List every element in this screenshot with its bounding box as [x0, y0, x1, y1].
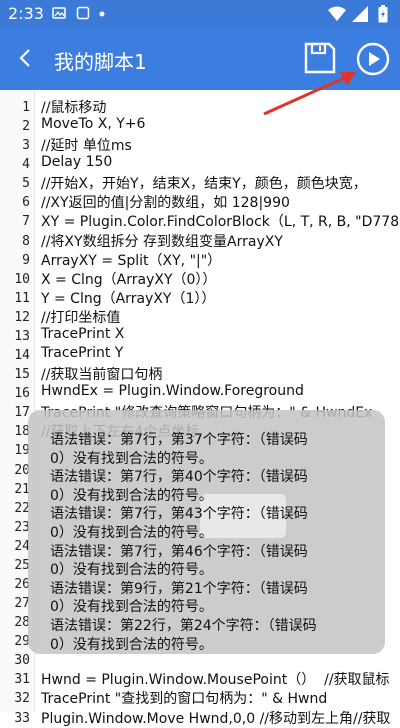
line-number: 9 [22, 252, 30, 268]
code-line[interactable]: //将XY数组拆分 存到数组变量ArrayXY [41, 231, 283, 251]
wifi-icon [328, 6, 346, 21]
code-line[interactable]: //打印坐标值 [41, 307, 120, 327]
code-line[interactable]: Y = Clng（ArrayXY（1）） [41, 288, 215, 308]
app-bar: 我的脚本1 [0, 28, 400, 90]
battery-icon [378, 5, 388, 23]
error-message-line: 语法错误：第7行，第37个字符：（错误码 [50, 432, 308, 448]
code-line[interactable]: HwndEx = Plugin.Window.Foreground [41, 383, 304, 399]
code-line[interactable]: XY = Plugin.Color.FindColorBlock（L, T, R… [41, 211, 400, 231]
code-line[interactable]: Hwnd = Plugin.Window.MousePoint（） //获取鼠标 [41, 669, 390, 689]
code-line[interactable]: Plugin.Window.Move Hwnd,0,0 //移动到左上角//获取 [41, 708, 390, 728]
line-number: 27 [14, 596, 30, 612]
line-number: 20 [14, 462, 30, 478]
play-circle-icon[interactable] [356, 42, 390, 76]
error-message-line: 0）没有找到合法的符号。 [50, 636, 213, 653]
error-message-line: 0）没有找到合法的符号。 [50, 562, 213, 579]
code-line[interactable]: //延时 单位ms [41, 135, 132, 155]
error-message-line: 0）没有找到合法的符号。 [50, 599, 213, 616]
line-number: 3 [22, 138, 30, 154]
save-disk-icon[interactable] [302, 40, 338, 76]
code-line[interactable]: //获取当前窗口句柄 [41, 364, 162, 384]
back-arrow-icon[interactable] [14, 46, 38, 70]
error-message-line: 0）没有找到合法的符号。 [50, 487, 213, 504]
line-number: 31 [14, 672, 30, 688]
code-line[interactable]: MoveTo X, Y+6 [41, 116, 145, 132]
photo-icon [52, 7, 66, 19]
error-message-line: 0）没有找到合法的符号。 [50, 450, 213, 467]
line-number: 29 [14, 634, 30, 650]
line-number: 2 [22, 119, 30, 135]
line-number: 4 [22, 157, 30, 173]
code-line[interactable]: TracePrint "查找到的窗口句柄为：" & Hwnd [41, 688, 327, 708]
line-number: 10 [14, 271, 30, 287]
square-icon [76, 6, 90, 20]
code-line[interactable]: //鼠标移动 [41, 97, 106, 117]
code-line[interactable]: ArrayXY = Split（XY, "|"） [41, 250, 221, 270]
status-time: 2:33 [8, 4, 44, 23]
code-line[interactable]: //开始X，开始Y，结束X，结束Y，颜色，颜色块宽， [41, 173, 367, 193]
line-number: 6 [22, 195, 30, 211]
line-number: 16 [14, 386, 30, 402]
line-number: 5 [22, 176, 30, 192]
line-number: 13 [14, 328, 30, 344]
line-number: 19 [14, 443, 30, 459]
line-number: 11 [14, 290, 30, 306]
line-number: 25 [14, 557, 30, 573]
line-number: 30 [14, 653, 30, 669]
error-message-line: 语法错误：第9行，第21个字符：（错误码 [50, 580, 308, 597]
line-number: 28 [14, 615, 30, 631]
status-bar: 2:33 [0, 0, 400, 28]
line-number: 14 [14, 348, 30, 364]
error-message-line: 语法错误：第7行，第43个字符：（错误码 [50, 506, 308, 523]
line-number: 24 [14, 538, 30, 554]
line-number: 17 [14, 405, 30, 421]
error-message-line: 0）没有找到合法的符号。 [50, 525, 213, 541]
line-number: 1 [22, 100, 30, 115]
line-number: 8 [22, 233, 30, 249]
line-number: 21 [14, 481, 30, 497]
line-number: 22 [14, 500, 30, 516]
line-number: 26 [14, 577, 30, 592]
code-line[interactable]: X = Clng（ArrayXY（0）） [41, 269, 216, 289]
line-number: 7 [22, 214, 30, 230]
signal-icon [352, 6, 368, 22]
error-message-line: 语法错误：第7行，第46个字符：（错误码 [50, 543, 308, 560]
code-line[interactable]: //XY返回的值|分割的数组，如 128|990 [41, 192, 290, 212]
line-number: 33 [14, 710, 30, 726]
line-number: 12 [14, 309, 30, 325]
line-number: 18 [14, 424, 30, 440]
notification-dot-icon [99, 11, 105, 17]
code-line[interactable]: TracePrint Y [41, 345, 123, 361]
line-number: 15 [14, 367, 30, 383]
error-message-line: 语法错误：第22行，第24个字符：（错误码 [50, 618, 317, 634]
error-message-line: 语法错误：第7行，第40个字符：（错误码 [50, 469, 308, 486]
line-number: 32 [14, 691, 30, 707]
code-line[interactable]: TracePrint X [41, 326, 124, 342]
line-number: 23 [14, 519, 30, 535]
code-line[interactable]: Delay 150 [41, 154, 112, 170]
page-title: 我的脚本1 [54, 50, 147, 74]
